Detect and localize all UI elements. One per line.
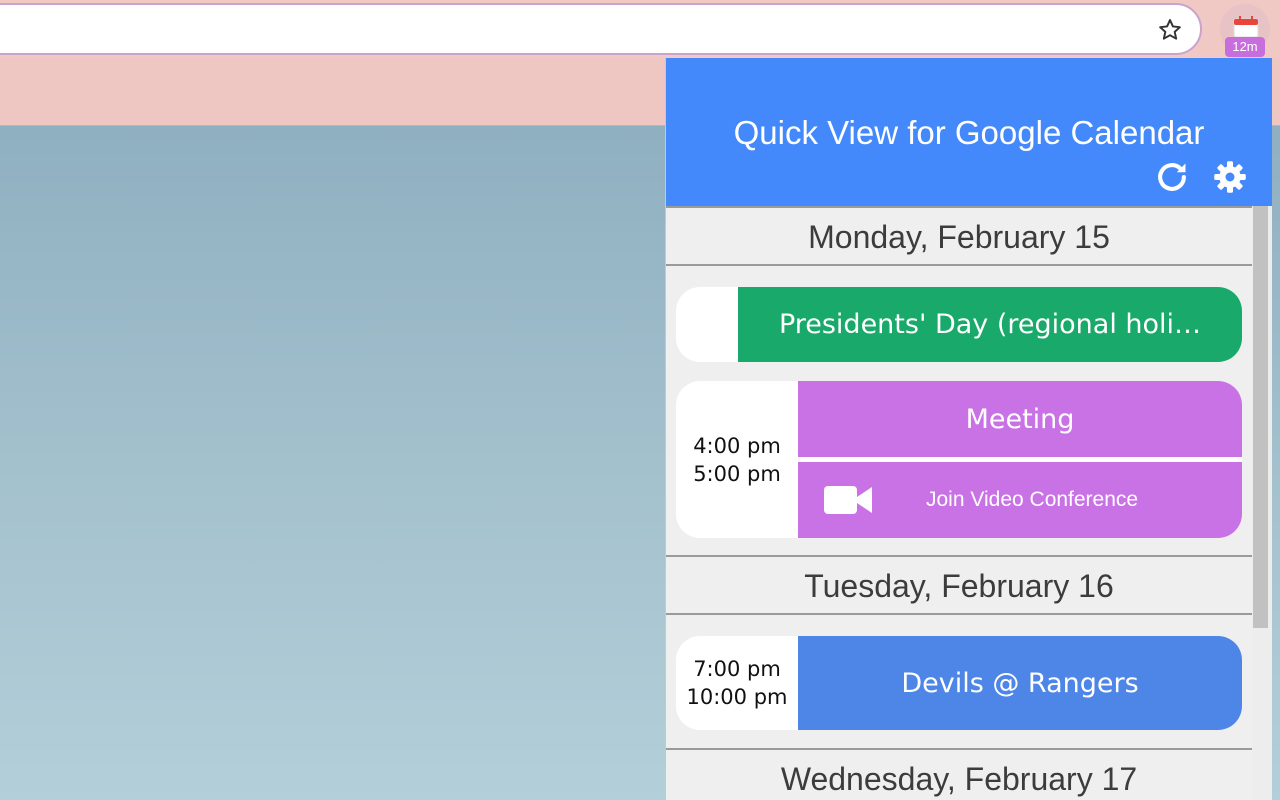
- settings-button[interactable]: [1210, 157, 1250, 197]
- gear-icon: [1214, 161, 1246, 193]
- scrollbar-thumb[interactable]: [1253, 206, 1268, 628]
- bookmark-star-button[interactable]: [1156, 16, 1184, 44]
- calendar-popup: Quick View for Google Calendar Monday, F…: [665, 58, 1272, 800]
- popup-header: Quick View for Google Calendar: [666, 58, 1272, 206]
- day-header: Wednesday, February 17: [666, 748, 1252, 800]
- event-title[interactable]: Meeting: [798, 381, 1242, 457]
- event-end-time: 5:00 pm: [693, 461, 781, 486]
- event-card[interactable]: Presidents' Day (regional holi…: [676, 287, 1242, 362]
- calendar-icon: [1233, 16, 1259, 38]
- event-card[interactable]: 7:00 pm 10:00 pm Devils @ Rangers: [676, 636, 1242, 730]
- event-time: 4:00 pm 5:00 pm: [676, 381, 798, 538]
- time-badge: 12m: [1225, 37, 1265, 57]
- calendar-extension-button[interactable]: 12m: [1220, 4, 1270, 57]
- event-start-time: 4:00 pm: [693, 433, 781, 458]
- day-header: Tuesday, February 16: [666, 555, 1252, 615]
- join-video-conference-label: Join Video Conference: [926, 488, 1139, 511]
- event-title[interactable]: Presidents' Day (regional holi…: [738, 287, 1242, 362]
- event-card[interactable]: 4:00 pm 5:00 pm Meeting Join Video Confe…: [676, 381, 1242, 538]
- refresh-icon: [1158, 163, 1186, 191]
- events-list[interactable]: Monday, February 15 Presidents' Day (reg…: [666, 206, 1252, 800]
- event-end-time: 10:00 pm: [686, 685, 788, 709]
- refresh-button[interactable]: [1152, 157, 1192, 197]
- address-bar[interactable]: [0, 3, 1202, 55]
- day-header: Monday, February 15: [666, 206, 1252, 266]
- event-time: 7:00 pm 10:00 pm: [676, 636, 798, 730]
- video-camera-icon: [824, 486, 872, 514]
- browser-toolbar: 12m: [0, 0, 1280, 58]
- scrollbar[interactable]: [1252, 206, 1272, 800]
- event-start-time: 7:00 pm: [693, 657, 781, 681]
- join-video-conference-button[interactable]: Join Video Conference: [798, 462, 1242, 538]
- star-icon: [1159, 19, 1181, 40]
- popup-title: Quick View for Google Calendar: [733, 114, 1205, 151]
- event-title[interactable]: Devils @ Rangers: [798, 636, 1242, 730]
